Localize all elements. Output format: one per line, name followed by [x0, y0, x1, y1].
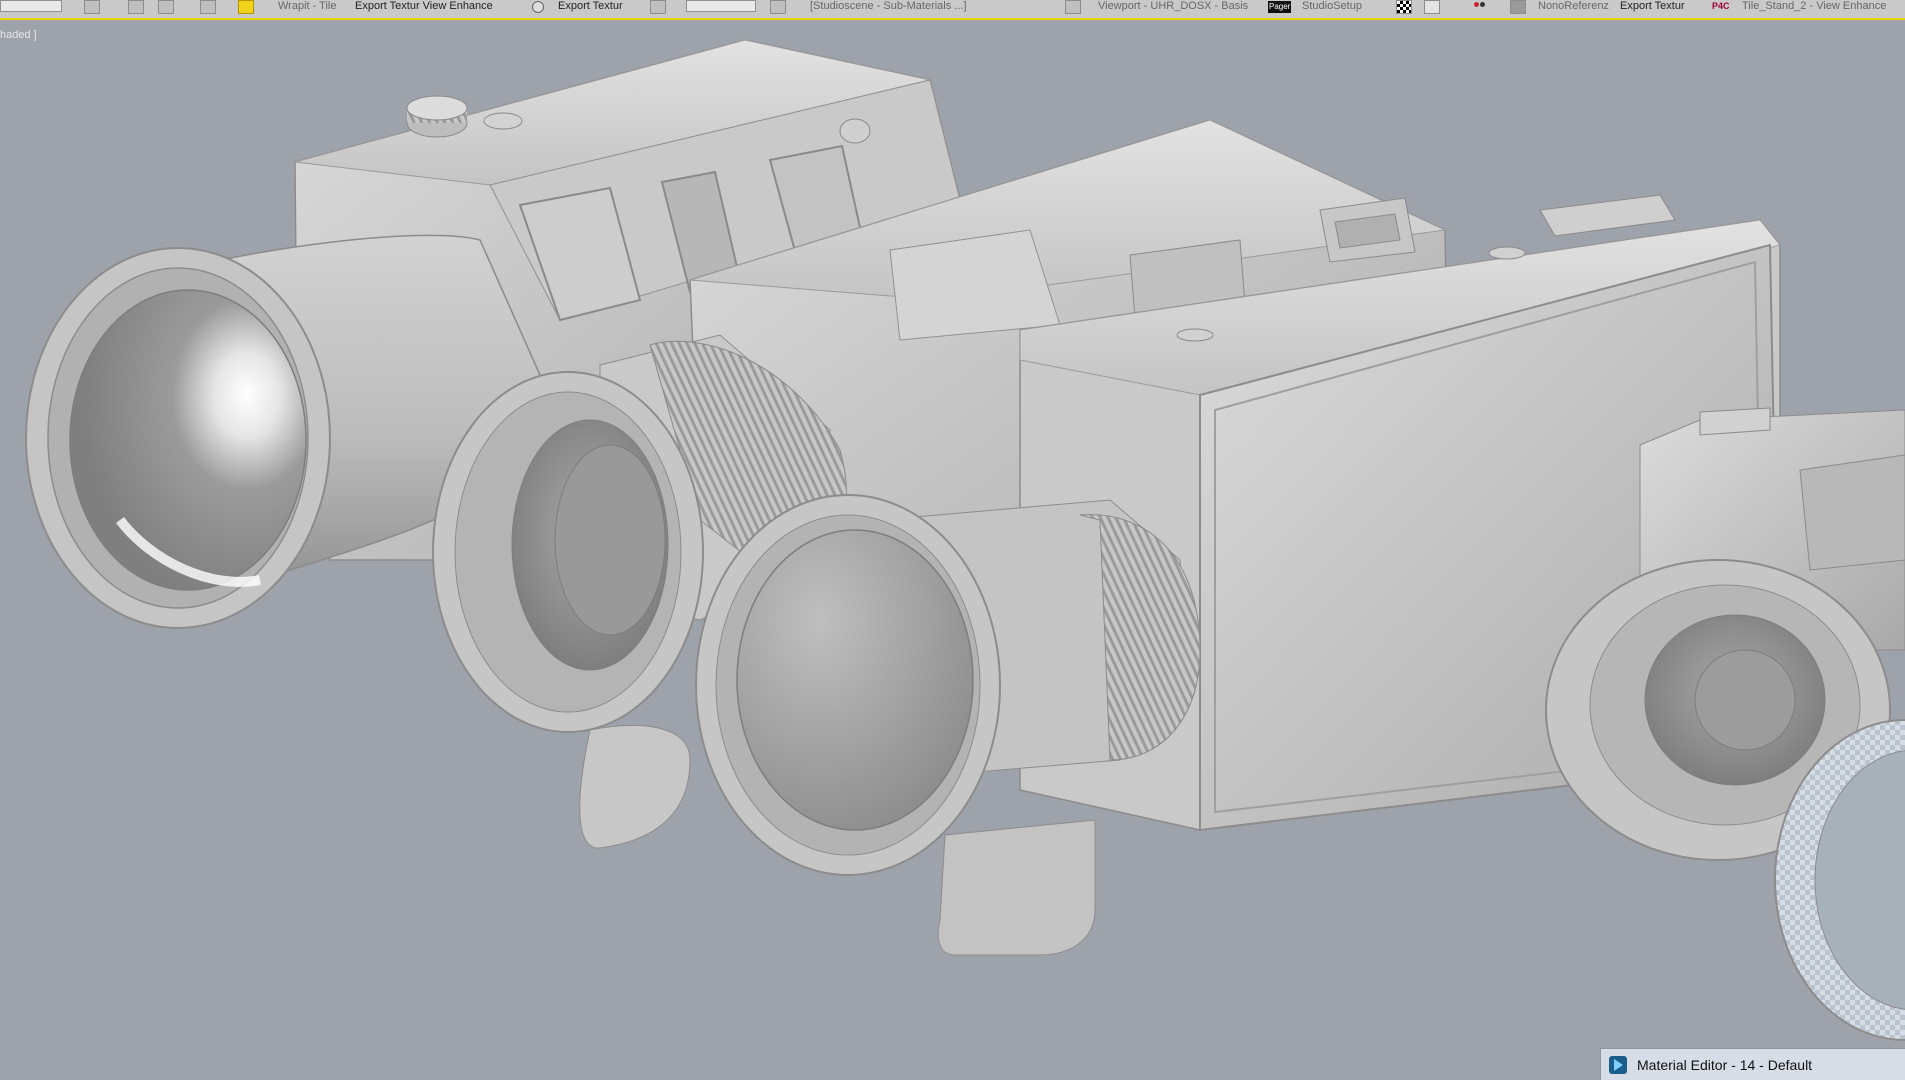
- material-editor-label: Material Editor - 14 - Default: [1637, 1056, 1813, 1073]
- viewport-scene[interactable]: [0, 0, 1905, 1080]
- material-editor-icon: [1609, 1055, 1627, 1074]
- material-editor-task-button[interactable]: Material Editor - 14 - Default: [1600, 1048, 1905, 1080]
